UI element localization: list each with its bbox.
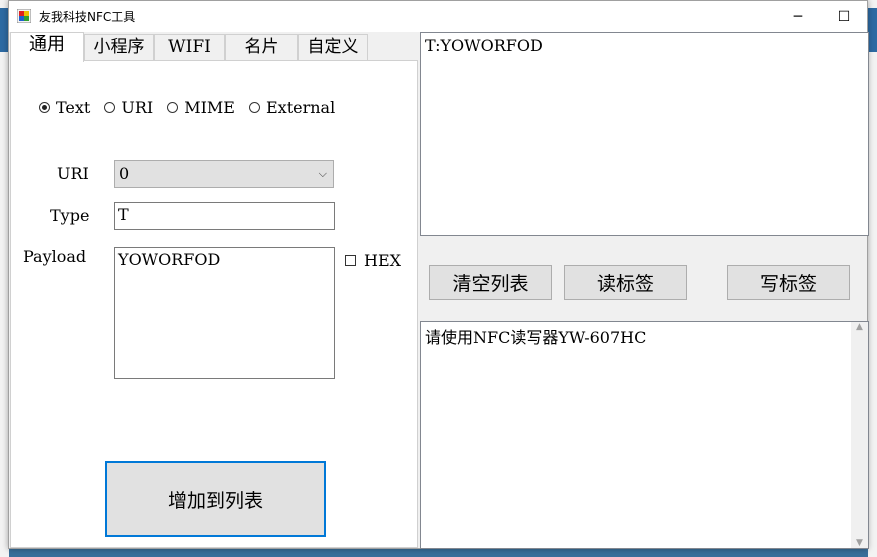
- background-app-right: [868, 0, 877, 557]
- nfc-tool-window: 友我科技NFC工具 ─ ☐ 通用 小程序 WIFI 名片 自定义 Text UR…: [8, 0, 869, 549]
- tab-wifi[interactable]: WIFI: [154, 34, 225, 60]
- general-tab-panel: Text URI MIME External URI 0 ⌵ Type T Pa…: [10, 60, 418, 548]
- scroll-up-icon[interactable]: ▲: [856, 322, 863, 332]
- checkbox-icon: [345, 255, 356, 266]
- window-title: 友我科技NFC工具: [39, 10, 136, 24]
- radio-external[interactable]: External: [248, 98, 335, 117]
- record-list[interactable]: T:YOWORFOD: [420, 32, 869, 236]
- payload-label: Payload: [23, 247, 87, 266]
- payload-textarea[interactable]: YOWORFOD: [114, 247, 335, 379]
- type-input[interactable]: T: [114, 202, 335, 230]
- uri-prefix-select[interactable]: 0 ⌵: [114, 160, 334, 188]
- tab-strip: 通用 小程序 WIFI 名片 自定义: [9, 32, 419, 62]
- radio-mime[interactable]: MIME: [167, 98, 235, 117]
- hex-checkbox[interactable]: HEX: [345, 251, 401, 270]
- log-text: 请使用NFC读写器YW-607HC: [425, 328, 647, 347]
- title-bar[interactable]: 友我科技NFC工具 ─ ☐: [9, 1, 867, 32]
- chevron-down-icon: ⌵: [318, 167, 327, 180]
- radio-unselected-icon: [248, 102, 260, 113]
- tab-custom[interactable]: 自定义: [298, 34, 368, 60]
- log-output[interactable]: 请使用NFC读写器YW-607HC ▲ ▼: [420, 321, 869, 549]
- app-icon: [17, 9, 31, 23]
- radio-unselected-icon: [104, 102, 116, 113]
- radio-text[interactable]: Text: [39, 98, 90, 117]
- uri-label: URI: [57, 164, 89, 183]
- clear-list-button[interactable]: 清空列表: [429, 265, 552, 300]
- radio-unselected-icon: [167, 102, 179, 113]
- log-scrollbar[interactable]: ▲ ▼: [851, 322, 868, 548]
- scroll-down-icon[interactable]: ▼: [856, 538, 863, 548]
- radio-selected-icon: [39, 102, 50, 113]
- tab-mini-program[interactable]: 小程序: [84, 34, 154, 60]
- add-to-list-button[interactable]: 增加到列表: [105, 461, 326, 537]
- type-label: Type: [50, 206, 90, 225]
- record-type-group: Text URI MIME External: [39, 98, 349, 117]
- tab-business-card[interactable]: 名片: [225, 34, 298, 60]
- uri-prefix-value: 0: [119, 164, 130, 183]
- list-item[interactable]: T:YOWORFOD: [425, 36, 864, 55]
- tab-general[interactable]: 通用: [10, 32, 84, 62]
- radio-uri[interactable]: URI: [104, 98, 153, 117]
- read-tag-button[interactable]: 读标签: [564, 265, 687, 300]
- write-tag-button[interactable]: 写标签: [727, 265, 850, 300]
